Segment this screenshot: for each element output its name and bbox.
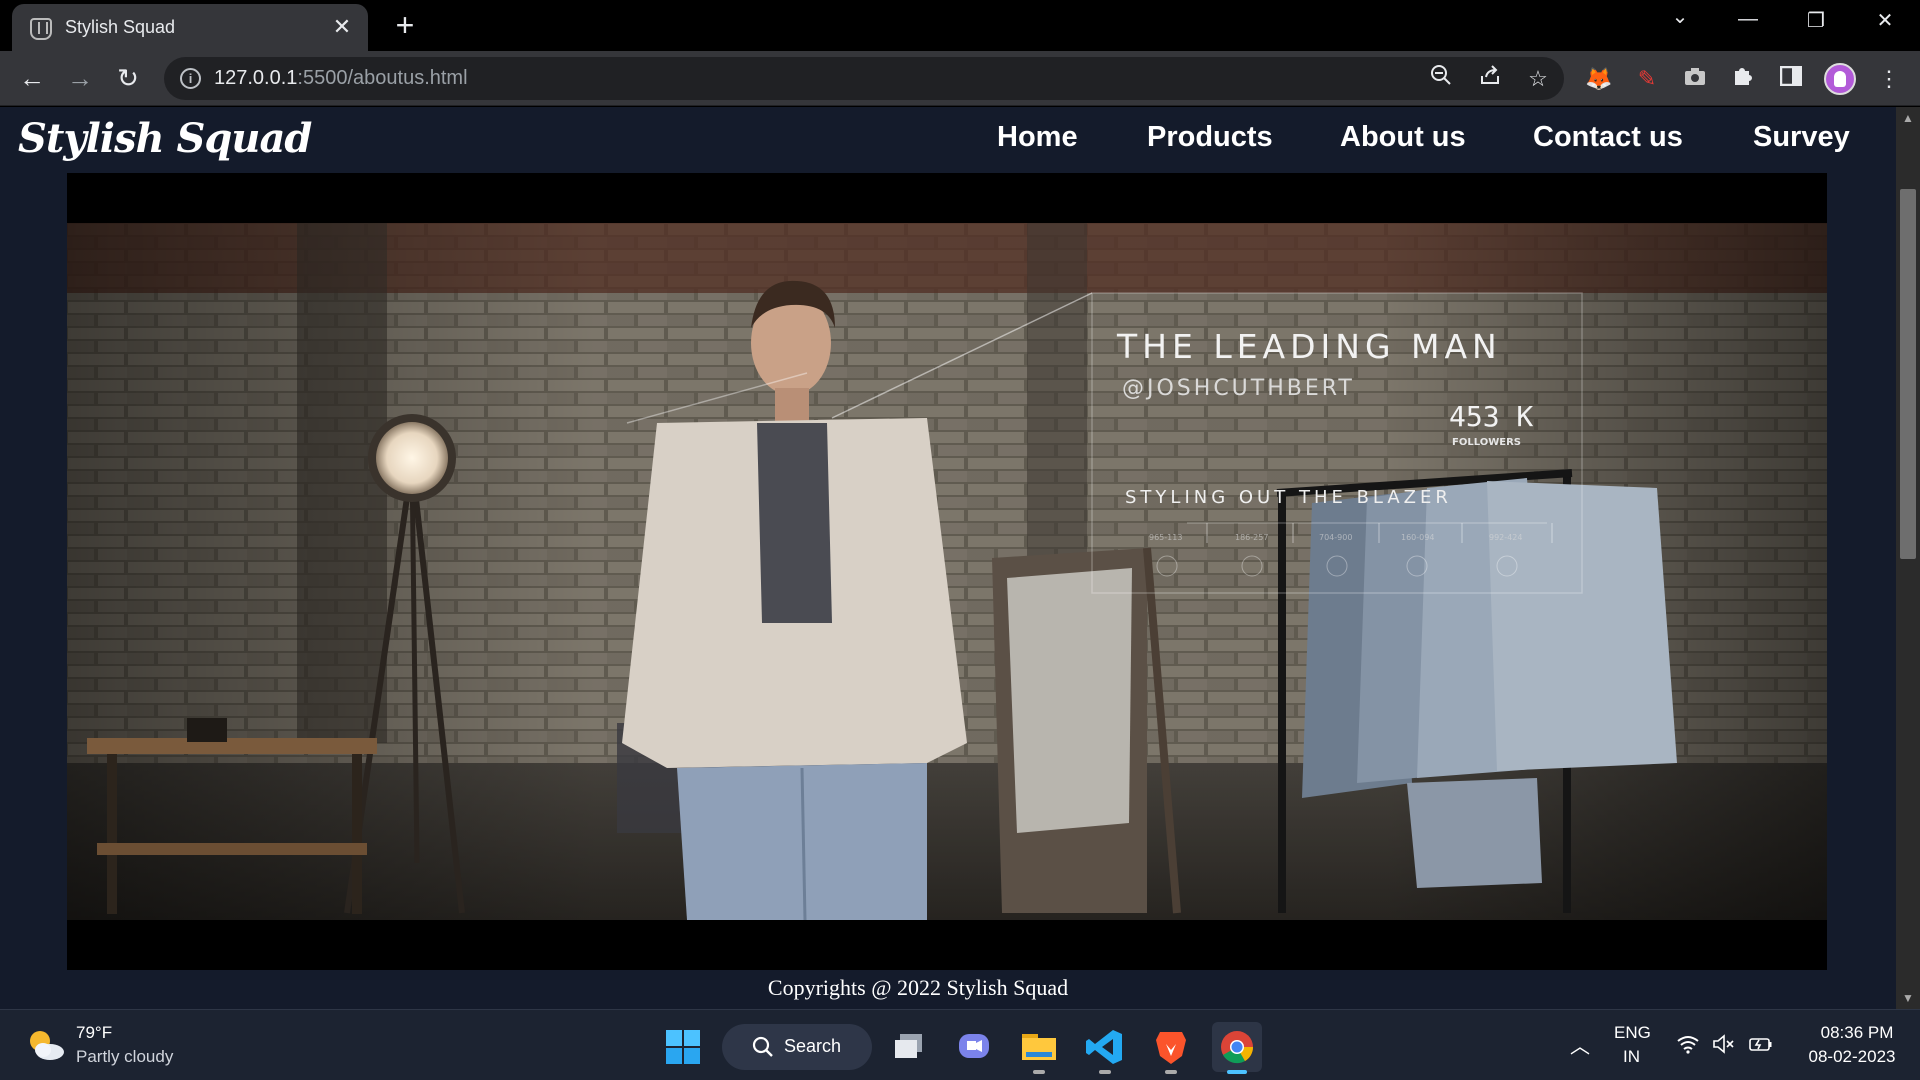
teams-chat-button[interactable] — [949, 1022, 999, 1072]
about-video-player[interactable]: THE LEADING MAN @JOSHCUTHBERT 453 K FOLL… — [67, 173, 1827, 970]
active-indicator — [1227, 1070, 1247, 1074]
partly-cloudy-icon[interactable] — [26, 1028, 66, 1062]
browser-tab[interactable]: Stylish Squad ✕ — [12, 4, 368, 51]
brave-lion-icon — [1156, 1032, 1186, 1064]
overlay-followers-label: FOLLOWERS — [1452, 437, 1521, 448]
battery-charging-icon[interactable] — [1748, 1034, 1774, 1054]
search-icon — [752, 1036, 773, 1057]
task-view-icon — [895, 1034, 922, 1058]
page-viewport: Stylish Squad Home Products About us Con… — [0, 107, 1896, 1009]
side-panel-icon[interactable] — [1776, 64, 1806, 94]
chrome-icon — [1221, 1031, 1254, 1064]
share-icon[interactable] — [1475, 64, 1505, 94]
volume-muted-icon[interactable] — [1712, 1034, 1736, 1054]
bookmark-star-icon[interactable]: ☆ — [1523, 64, 1553, 94]
metamask-extension-icon[interactable]: 🦊 — [1584, 64, 1614, 94]
overlay-code-3: 704-900 — [1319, 533, 1352, 542]
file-explorer-button[interactable] — [1014, 1022, 1064, 1074]
overlay-followers-count: 453 K — [1449, 400, 1533, 433]
tab-search-chevron-icon[interactable]: ⌄ — [1660, 4, 1700, 29]
search-label: Search — [784, 1036, 842, 1056]
close-window-button[interactable]: ✕ — [1865, 8, 1905, 33]
language-indicator-primary[interactable]: ENG — [1614, 1023, 1651, 1043]
forward-icon[interactable]: → — [62, 61, 98, 97]
nav-home[interactable]: Home — [997, 121, 1078, 154]
close-tab-icon[interactable]: ✕ — [328, 13, 356, 41]
wifi-icon[interactable] — [1676, 1034, 1700, 1054]
taskbar-search[interactable]: Search — [722, 1024, 872, 1070]
nav-survey[interactable]: Survey — [1753, 121, 1850, 154]
page-scrollbar[interactable]: ▲ ▼ — [1896, 107, 1920, 1009]
site-favicon-icon — [30, 18, 52, 40]
browser-tab-bar: Stylish Squad ✕ + ⌄ — ❐ ✕ — [0, 0, 1920, 51]
scroll-down-arrow-icon[interactable]: ▼ — [1896, 987, 1920, 1009]
overlay-code-1: 965-113 — [1149, 533, 1182, 542]
overlay-code-2: 186-257 — [1235, 533, 1268, 542]
brave-browser-button[interactable] — [1146, 1022, 1196, 1074]
nav-products[interactable]: Products — [1147, 121, 1273, 154]
language-indicator-secondary[interactable]: IN — [1623, 1047, 1640, 1067]
site-footer: Copyrights @ 2022 Stylish Squad — [767, 975, 1069, 1000]
zoom-icon[interactable] — [1426, 64, 1456, 94]
running-indicator — [1165, 1070, 1177, 1074]
start-button[interactable] — [658, 1022, 708, 1072]
url-text[interactable]: 127.0.0.1:5500/aboutus.html — [214, 67, 468, 90]
scroll-thumb[interactable] — [1900, 189, 1916, 559]
overlay-handle: @JOSHCUTHBERT — [1122, 376, 1355, 401]
vscode-button[interactable] — [1080, 1022, 1130, 1074]
extensions-puzzle-icon[interactable] — [1728, 64, 1758, 94]
profile-avatar[interactable] — [1824, 63, 1856, 95]
overlay-caption: STYLING OUT THE BLAZER — [1125, 487, 1452, 508]
running-indicator — [1099, 1070, 1111, 1074]
running-indicator — [1033, 1070, 1045, 1074]
minimize-button[interactable]: — — [1728, 8, 1768, 31]
reload-icon[interactable]: ↻ — [110, 61, 146, 97]
restore-button[interactable]: ❐ — [1796, 8, 1836, 33]
weather-temperature[interactable]: 79°F — [76, 1023, 112, 1043]
pen-extension-icon[interactable]: ✎ — [1632, 64, 1662, 94]
back-icon[interactable]: ← — [14, 61, 50, 97]
windows-taskbar: 79°F Partly cloudy Search ︿ ENG IN 08:36… — [0, 1009, 1920, 1080]
video-frame: THE LEADING MAN @JOSHCUTHBERT 453 K FOLL… — [67, 223, 1827, 920]
browser-toolbar: ← → ↻ i 127.0.0.1:5500/aboutus.html ☆ 🦊 … — [0, 51, 1920, 106]
overlay-code-4: 160-094 — [1401, 533, 1434, 542]
tab-title: Stylish Squad — [65, 17, 176, 37]
task-view-button[interactable] — [884, 1022, 934, 1072]
chat-icon — [959, 1034, 989, 1058]
weather-description[interactable]: Partly cloudy — [76, 1047, 173, 1067]
clock-date[interactable]: 08-02-2023 — [1796, 1047, 1908, 1067]
address-bar[interactable]: i 127.0.0.1:5500/aboutus.html ☆ — [164, 57, 1564, 100]
clock-time[interactable]: 08:36 PM — [1812, 1023, 1902, 1043]
nav-about-us[interactable]: About us — [1340, 121, 1466, 154]
site-logo[interactable]: Stylish Squad — [18, 115, 312, 162]
browser-menu-icon[interactable]: ⋮ — [1874, 64, 1904, 94]
overlay-title: THE LEADING MAN — [1116, 327, 1502, 366]
windows-logo-icon — [666, 1030, 700, 1064]
new-tab-button[interactable]: + — [388, 9, 422, 41]
site-navbar: Stylish Squad Home Products About us Con… — [0, 107, 1896, 173]
show-hidden-icons-chevron-icon[interactable]: ︿ — [1570, 1030, 1590, 1059]
vscode-icon — [1086, 1030, 1122, 1064]
folder-icon — [1022, 1034, 1056, 1060]
nav-contact-us[interactable]: Contact us — [1533, 121, 1683, 154]
scroll-up-arrow-icon[interactable]: ▲ — [1896, 107, 1920, 129]
camera-extension-icon[interactable] — [1680, 64, 1710, 94]
chrome-button[interactable] — [1212, 1022, 1262, 1074]
overlay-code-5: 992-424 — [1489, 533, 1522, 542]
site-info-icon[interactable]: i — [180, 68, 201, 89]
